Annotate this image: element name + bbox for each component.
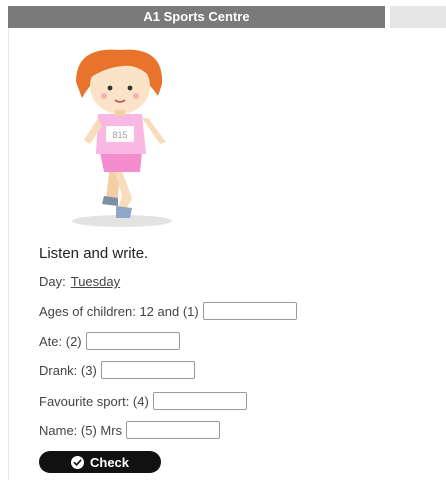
bib-number: 815 [112, 130, 127, 140]
check-circle-icon [70, 455, 84, 469]
sport-answer-input[interactable] [152, 392, 247, 410]
day-row: Day: Tuesday [39, 274, 120, 289]
ages-row: Ages of children: 12 and (1) [39, 302, 297, 320]
check-button-label: Check [89, 454, 130, 470]
name-answer-input[interactable] [126, 421, 221, 439]
sport-row: Favourite sport: (4) [39, 392, 247, 410]
drank-row: Drank: (3) [39, 361, 195, 379]
ate-label: Ate: (2) [39, 333, 82, 349]
check-button[interactable]: Check [39, 451, 161, 473]
day-answer: Tuesday [70, 274, 121, 289]
day-label: Day: [39, 274, 66, 289]
content-divider [8, 28, 9, 480]
app-title: A1 Sports Centre [143, 9, 250, 24]
name-row: Name: (5) Mrs [39, 421, 221, 439]
name-label: Name: (5) Mrs [39, 422, 123, 438]
exercise-instruction: Listen and write. [39, 245, 149, 262]
drank-label: Drank: (3) [39, 362, 97, 378]
sport-label: Favourite sport: (4) [39, 393, 149, 409]
ages-label: Ages of children: 12 and (1) [39, 303, 199, 319]
title-bar-spacer [390, 6, 446, 28]
drank-answer-input[interactable] [100, 361, 195, 379]
ate-answer-input[interactable] [85, 332, 180, 350]
ages-answer-input[interactable] [202, 302, 297, 320]
ate-row: Ate: (2) [39, 332, 180, 350]
running-girl-illustration: 815 [72, 49, 172, 227]
app-title-bar: A1 Sports Centre [8, 6, 385, 28]
